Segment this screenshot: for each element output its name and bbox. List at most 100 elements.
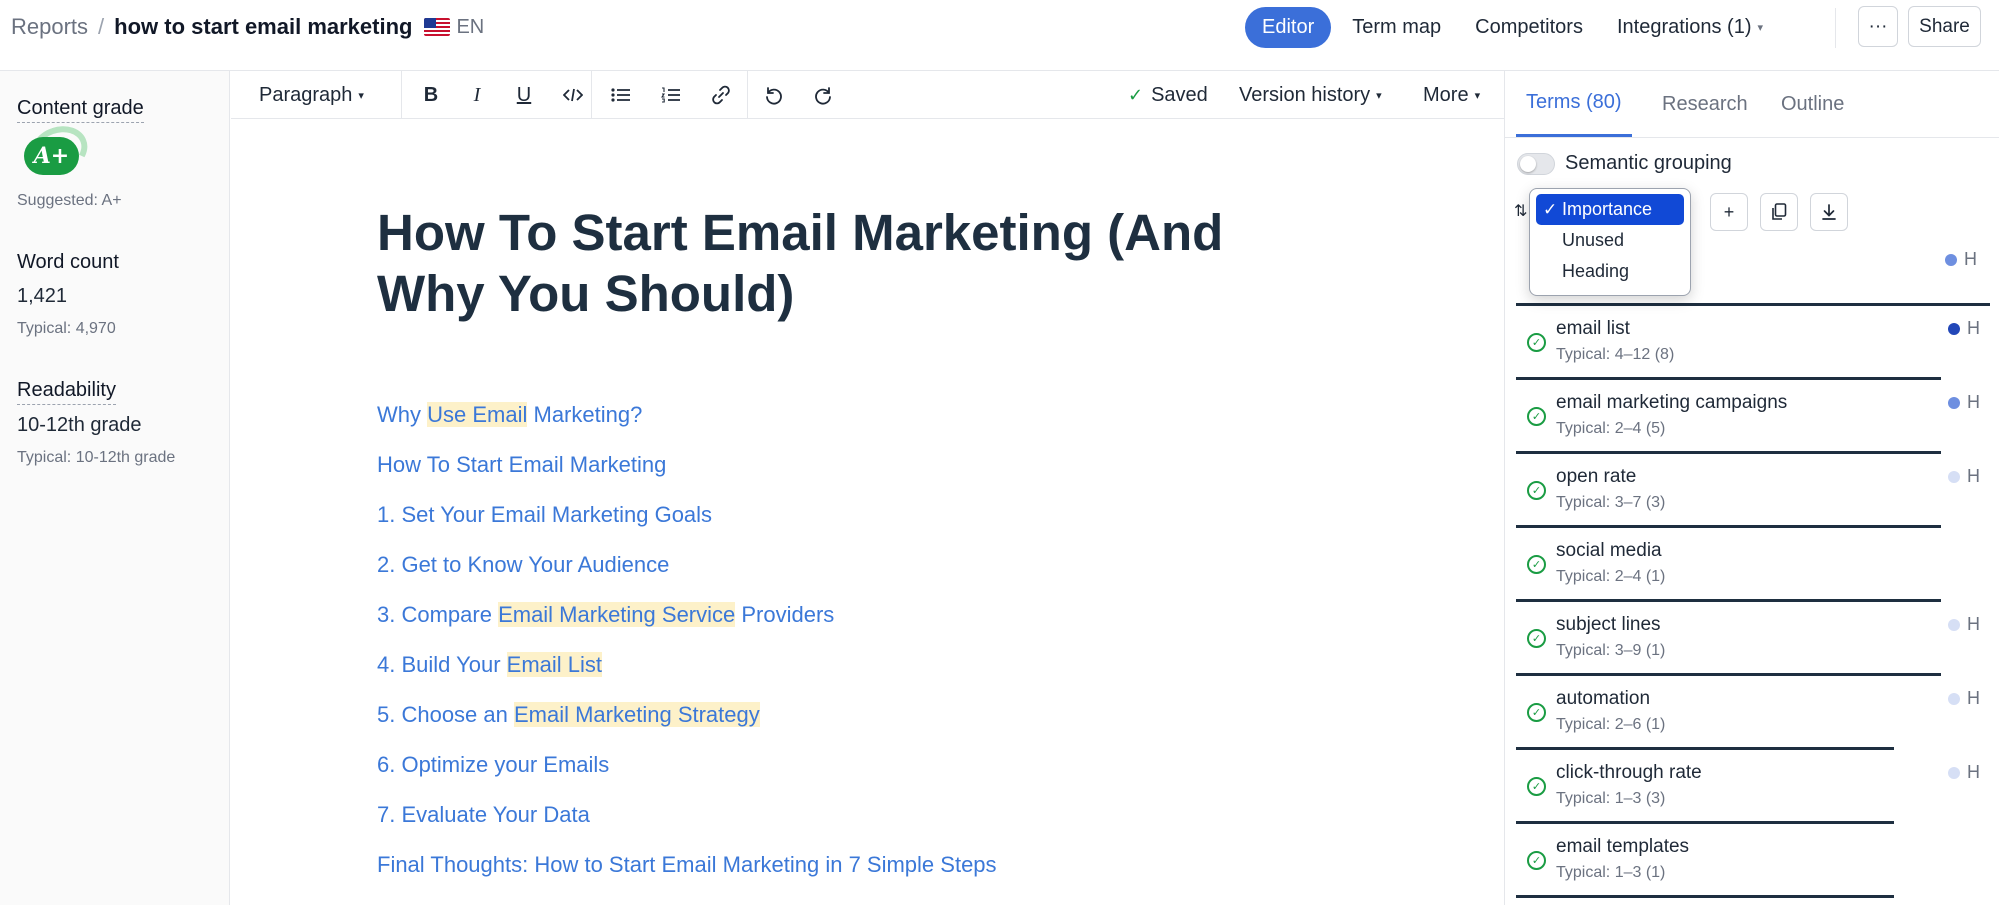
code-button[interactable]: [551, 71, 595, 119]
sort-dropdown[interactable]: ImportanceUnusedHeading: [1529, 188, 1691, 296]
document-editor[interactable]: How To Start Email Marketing (And Why Yo…: [231, 120, 1504, 905]
toc-link-text: 4. Build Your: [377, 652, 507, 677]
hidden-row-heading-marker: H: [1945, 249, 1977, 270]
term-typical-usage: Typical: 3–9 (1): [1556, 642, 1666, 659]
semantic-grouping-toggle[interactable]: [1517, 153, 1555, 175]
sort-option[interactable]: Heading: [1536, 256, 1684, 287]
top-bar: Reports / how to start email marketing E…: [0, 0, 1999, 71]
tab-research[interactable]: Research: [1662, 71, 1748, 137]
tab-term-map[interactable]: Term map: [1335, 7, 1458, 48]
usage-bar: [1516, 895, 1894, 898]
term-row[interactable]: ✓ social media Typical: 2–4 (1): [1516, 528, 1990, 602]
term-row[interactable]: ✓ email marketing campaigns Typical: 2–4 (…: [1516, 380, 1990, 454]
toc-link[interactable]: Final Thoughts: How to Start Email Marke…: [377, 852, 997, 878]
importance-dot: [1948, 322, 1960, 335]
heading-marker-label: H: [1967, 688, 1980, 708]
importance-dot: [1948, 618, 1960, 631]
plus-icon: +: [1723, 201, 1735, 222]
add-term-button[interactable]: +: [1710, 193, 1748, 231]
term-typical-usage: Typical: 4–12 (8): [1556, 346, 1675, 363]
link-button[interactable]: [699, 71, 743, 119]
term-row[interactable]: ✓ click-through rate Typical: 1–3 (3) H: [1516, 750, 1990, 824]
check-circle-icon: ✓: [1527, 481, 1546, 500]
word-count-value: 1,421: [17, 285, 68, 307]
suggested-grade: Suggested: A+: [17, 192, 122, 209]
breadcrumb: Reports / how to start email marketing E…: [11, 14, 484, 40]
editor-toolbar: Paragraph ▾ B I U ✓ Saved Version histor…: [231, 71, 1504, 119]
underline-button[interactable]: U: [504, 71, 544, 119]
heading-marker-label: H: [1967, 392, 1980, 412]
toc-link[interactable]: Why Use Email Marketing?: [377, 402, 642, 428]
term-row[interactable]: ✓ email templates Typical: 1–3 (1): [1516, 824, 1990, 898]
heading-marker: H: [1948, 318, 1980, 339]
numbered-list-button[interactable]: [649, 71, 693, 119]
toc-link[interactable]: 1. Set Your Email Marketing Goals: [377, 502, 712, 528]
sort-option[interactable]: Unused: [1536, 225, 1684, 256]
term-row[interactable]: ✓ open rate Typical: 3–7 (3) H: [1516, 454, 1990, 528]
heading-marker: H: [1964, 249, 1977, 269]
term-name: click-through rate: [1556, 762, 1702, 783]
paragraph-style-dropdown[interactable]: Paragraph ▾: [259, 71, 364, 119]
terms-panel: Terms (80) Research Outline Semantic gro…: [1504, 71, 1999, 905]
toc-link[interactable]: 4. Build Your Email List: [377, 652, 603, 678]
readability-value: 10-12th grade: [17, 414, 142, 436]
underline-icon: U: [516, 83, 532, 106]
undo-button[interactable]: [751, 71, 795, 119]
tab-outline[interactable]: Outline: [1781, 71, 1844, 137]
toc-link[interactable]: How To Start Email Marketing: [377, 452, 666, 478]
bold-button[interactable]: B: [411, 71, 451, 119]
check-circle-icon: ✓: [1527, 333, 1546, 352]
term-highlight: Email List: [506, 652, 603, 677]
chevron-down-icon: ▾: [1757, 22, 1764, 34]
toc-link-text: 3. Compare: [377, 602, 499, 627]
heading-marker: H: [1948, 688, 1980, 709]
toc-link-text: 2. Get to Know Your Audience: [377, 552, 670, 577]
term-row[interactable]: ✓ subject lines Typical: 3–9 (1) H: [1516, 602, 1990, 676]
undo-icon: [766, 87, 782, 105]
integrations-menu[interactable]: Integrations (1) ▾: [1600, 7, 1780, 48]
share-button[interactable]: Share: [1908, 6, 1981, 47]
bullet-list-button[interactable]: [599, 71, 643, 119]
download-icon: [1822, 204, 1836, 220]
breadcrumb-reports-link[interactable]: Reports: [11, 14, 88, 40]
importance-dot: [1948, 766, 1960, 779]
check-icon: ✓: [1128, 84, 1144, 105]
more-dropdown[interactable]: More ▾: [1423, 71, 1480, 119]
word-count-typical: Typical: 4,970: [17, 320, 116, 337]
heading-marker-label: H: [1967, 466, 1980, 486]
italic-button[interactable]: I: [457, 71, 497, 119]
heading-marker: H: [1948, 762, 1980, 783]
report-title: how to start email marketing: [114, 14, 413, 39]
tab-editor[interactable]: Editor: [1245, 7, 1332, 48]
toc-link[interactable]: 6. Optimize your Emails: [377, 752, 609, 778]
importance-dot: [1945, 253, 1957, 266]
term-row[interactable]: ✓ email list Typical: 4–12 (8) H: [1516, 306, 1990, 380]
chevron-down-icon: ▾: [1474, 89, 1481, 102]
toc-link[interactable]: 2. Get to Know Your Audience: [377, 552, 669, 578]
term-highlight: Email Marketing Strategy: [513, 702, 760, 727]
readability-typical: Typical: 10-12th grade: [17, 449, 176, 466]
toc-link[interactable]: 7. Evaluate Your Data: [377, 802, 590, 828]
toc-link[interactable]: 5. Choose an Email Marketing Strategy: [377, 702, 760, 728]
check-circle-icon: ✓: [1527, 851, 1546, 870]
tab-terms[interactable]: Terms (80): [1516, 71, 1632, 137]
tab-competitors[interactable]: Competitors: [1458, 7, 1600, 48]
sort-option[interactable]: Importance: [1536, 194, 1684, 225]
term-typical-usage: Typical: 1–3 (1): [1556, 864, 1666, 881]
toc-link-text: 1. Set Your Email Marketing Goals: [377, 502, 713, 527]
term-row[interactable]: ✓ automation Typical: 2–6 (1) H: [1516, 676, 1990, 750]
toc-link-text: How To Start Email Marketing: [377, 452, 667, 477]
bold-icon: B: [423, 83, 439, 106]
term-name: email list: [1556, 318, 1630, 339]
toc-link-text: 6. Optimize your Emails: [377, 752, 610, 777]
language-label[interactable]: EN: [456, 16, 484, 39]
download-terms-button[interactable]: [1810, 193, 1848, 231]
version-history-dropdown[interactable]: Version history ▾: [1239, 71, 1382, 119]
italic-icon: I: [473, 83, 481, 106]
tabs-divider: [1505, 137, 1999, 138]
copy-terms-button[interactable]: [1760, 193, 1798, 231]
more-options-button[interactable]: ···: [1858, 6, 1898, 47]
redo-button[interactable]: [802, 71, 846, 119]
toc-link[interactable]: 3. Compare Email Marketing Service Provi…: [377, 602, 834, 628]
document-title[interactable]: How To Start Email Marketing (And Why Yo…: [377, 202, 1307, 324]
